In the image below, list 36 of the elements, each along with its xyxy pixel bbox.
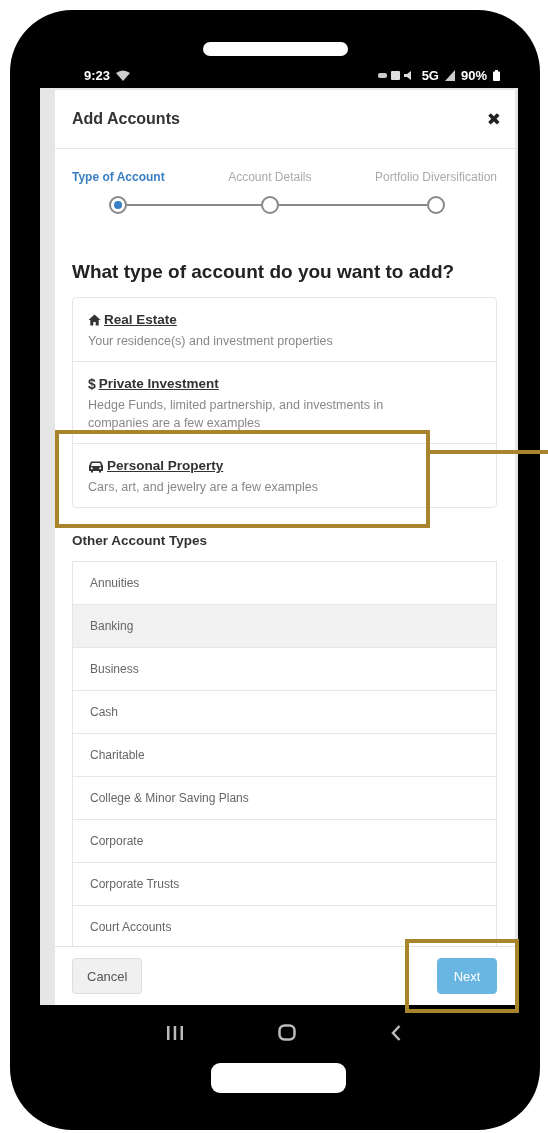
section-heading: Other Account Types: [72, 532, 209, 550]
step-label[interactable]: Type of Account: [72, 169, 165, 185]
list-item[interactable]: Corporate Trusts: [73, 862, 496, 905]
dialog-title: Add Accounts: [72, 110, 180, 128]
house-icon: [88, 314, 101, 326]
battery-icon: [493, 69, 500, 81]
account-type-description: Hedge Funds, limited partnership, and investments in companies are a few examples: [88, 397, 385, 432]
signal-icon: [444, 69, 455, 81]
list-item[interactable]: Court Accounts: [73, 905, 496, 946]
list-item[interactable]: Cash: [73, 690, 496, 733]
step-circle[interactable]: [260, 196, 279, 214]
dollar-sign: $: [88, 375, 96, 394]
network-label: 5G: [421, 67, 439, 83]
list-item[interactable]: Banking: [73, 604, 496, 647]
recent-apps-icon[interactable]: [167, 1025, 184, 1040]
list-item[interactable]: Charitable: [73, 733, 496, 776]
home-icon[interactable]: [278, 1024, 296, 1041]
cancel-button[interactable]: Cancel: [72, 958, 143, 994]
battery-level: 90%: [460, 67, 487, 83]
account-type-link[interactable]: Personal Property: [107, 456, 224, 476]
close-button[interactable]: ✖: [486, 109, 501, 129]
wifi-icon: [116, 69, 131, 81]
list-item[interactable]: College & Minor Saving Plans: [73, 776, 496, 819]
car-icon: [88, 459, 104, 473]
account-type-description: Cars, art, and jewelry are a few examples: [88, 479, 319, 496]
list-item[interactable]: Corporate: [73, 819, 496, 862]
step-circle[interactable]: [427, 196, 445, 214]
account-type-link[interactable]: Private Investment: [98, 374, 219, 394]
step-circle[interactable]: [109, 196, 128, 214]
question-heading: What type of account do you want to add?: [72, 260, 456, 284]
account-type-description: Your residence(s) and investment properties: [88, 333, 334, 350]
account-type-link[interactable]: Real Estate: [104, 310, 177, 330]
list-item[interactable]: Annuities: [73, 562, 496, 604]
back-icon[interactable]: [390, 1024, 401, 1041]
clock: 9:23: [84, 67, 111, 83]
list-item[interactable]: Business: [73, 647, 496, 690]
